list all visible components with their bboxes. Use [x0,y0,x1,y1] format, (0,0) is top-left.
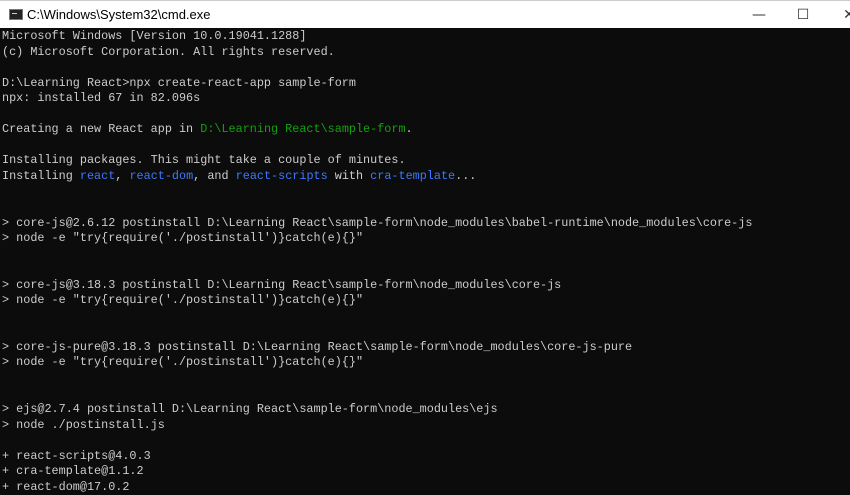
console-text: react-scripts [235,168,328,183]
console-line: Microsoft Windows [Version 10.0.19041.12… [2,29,752,45]
console-line: Installing packages. This might take a c… [2,153,752,169]
minimize-icon: — [752,7,766,23]
minimize-button[interactable]: — [736,1,782,29]
close-button[interactable]: ✕ [826,1,850,29]
console-text: Microsoft Windows [Version 10.0.19041.12… [2,29,307,43]
window-title: C:\Windows\System32\cmd.exe [27,7,211,22]
console-text: react [79,168,116,183]
console-line: + react-dom@17.0.2 [2,480,752,495]
maximize-icon: ☐ [796,7,810,23]
console-text: , and [193,168,236,183]
console-text: > node -e "try{require('./postinstall')}… [2,231,364,246]
console-line: Installing react, react-dom, and react-s… [2,169,752,185]
console-text: > ejs@2.7.4 postinstall D:\Learning Reac… [2,402,498,417]
console-line: npx: installed 67 in 82.096s [2,91,752,107]
maximize-button[interactable]: ☐ [780,1,826,29]
console-text: with [327,168,371,183]
console-text: Installing packages. This might take a c… [2,153,406,168]
console-line: > node ./postinstall.js [2,418,752,434]
console-text: + cra-template@1.1.2 [2,464,144,479]
console-text: Creating a new React app in [2,122,201,137]
console-line: D:\Learning React>npx create-react-app s… [2,76,752,92]
console-text: D:\Learning React>npx create-react-app s… [2,75,356,90]
console-line: Creating a new React app in D:\Learning … [2,122,752,138]
title-bar[interactable]: C:\Windows\System32\cmd.exe — ☐ ✕ [0,0,850,28]
console-text: (c) Microsoft Corporation. All rights re… [2,44,335,59]
console-line: > node -e "try{require('./postinstall')}… [2,231,752,247]
console-text: Installing [2,168,80,183]
console-text: . [405,122,413,137]
console-text: npx: installed 67 in 82.096s [2,91,201,106]
console-text: , [115,168,130,183]
console-text: ... [455,168,477,183]
console-text: + react-scripts@4.0.3 [2,448,151,463]
console-text: > node -e "try{require('./postinstall')}… [2,293,364,308]
console-text: D:\Learning React\sample-form [200,122,406,137]
console-text: > node -e "try{require('./postinstall')}… [2,355,364,370]
console-line: > node -e "try{require('./postinstall')}… [2,355,752,371]
console-text: > core-js@2.6.12 postinstall D:\Learning… [2,215,753,230]
console-line: > core-js@3.18.3 postinstall D:\Learning… [2,278,752,294]
console-line: + cra-template@1.1.2 [2,464,752,480]
console-output[interactable]: Microsoft Windows [Version 10.0.19041.12… [0,29,850,495]
console-text: cra-template [370,168,456,183]
console-text: + react-dom@17.0.2 [2,479,130,494]
console-text: > core-js-pure@3.18.3 postinstall D:\Lea… [2,339,633,354]
console-text: > node ./postinstall.js [2,417,165,432]
console-line: + react-scripts@4.0.3 [2,449,752,465]
console-line: > core-js@2.6.12 postinstall D:\Learning… [2,216,752,232]
console-text: react-dom [129,168,194,183]
console-line: > ejs@2.7.4 postinstall D:\Learning Reac… [2,402,752,418]
console-line: > node -e "try{require('./postinstall')}… [2,293,752,309]
close-icon: ✕ [843,7,850,23]
console-lines: Microsoft Windows [Version 10.0.19041.12… [2,29,752,495]
console-line: > core-js-pure@3.18.3 postinstall D:\Lea… [2,340,752,356]
console-text: > core-js@3.18.3 postinstall D:\Learning… [2,277,562,292]
cmd-icon[interactable] [9,9,23,20]
console-line: (c) Microsoft Corporation. All rights re… [2,45,752,61]
